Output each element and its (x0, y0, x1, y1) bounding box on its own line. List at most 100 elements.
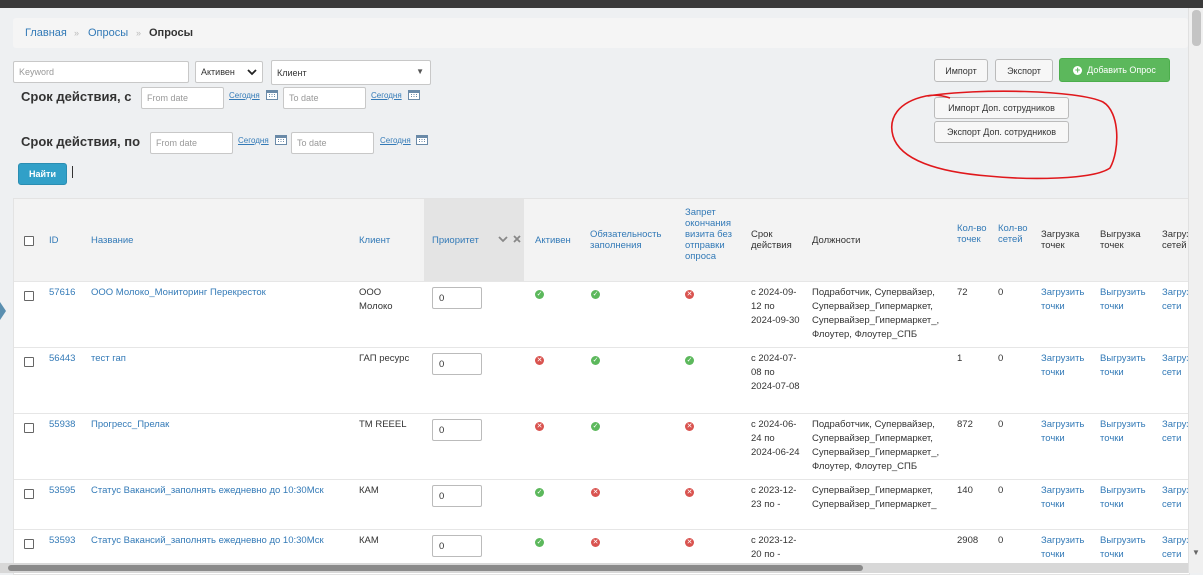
status-select[interactable]: Активен (195, 61, 263, 83)
table-row: 57616 ООО Молоко_Мониторинг Перекресток … (14, 281, 1189, 348)
download-points-link[interactable]: Выгрузить точки (1100, 286, 1150, 314)
row-id[interactable]: 53593 (49, 534, 75, 548)
upload-points-link[interactable]: Загрузить точки (1041, 534, 1089, 562)
plus-circle-icon: + (1073, 64, 1083, 75)
vertical-scrollbar[interactable]: ▼ (1188, 8, 1203, 573)
valid-from-end-input[interactable]: To date (283, 87, 366, 109)
valid-from-start-input[interactable]: From date (141, 87, 224, 109)
row-id[interactable]: 56443 (49, 352, 75, 366)
breadcrumb-home[interactable]: Главная (25, 27, 67, 39)
row-name[interactable]: ООО Молоко_Мониторинг Перекресток (91, 286, 266, 300)
row-client: ООО Молоко (359, 287, 393, 312)
priority-input[interactable]: 0 (432, 287, 482, 309)
download-points-link[interactable]: Выгрузить точки (1100, 352, 1150, 380)
row-client: КАМ (359, 535, 379, 546)
upload-points-link[interactable]: Загрузить точки (1041, 352, 1089, 380)
horizontal-scrollbar[interactable] (0, 563, 1188, 573)
row-id[interactable]: 57616 (49, 286, 75, 300)
row-points-count: 2908 (957, 535, 979, 546)
row-checkbox[interactable] (24, 291, 34, 301)
header-active[interactable]: Активен (535, 235, 571, 246)
breadcrumb: Главная » Опросы » Опросы (13, 18, 1188, 48)
upload-networks-link[interactable]: Загрузить сети (1162, 286, 1189, 314)
top-bar (0, 0, 1203, 8)
priority-input[interactable]: 0 (432, 485, 482, 507)
scrollbar-thumb[interactable] (8, 565, 863, 571)
download-points-link[interactable]: Выгрузить точки (1100, 484, 1150, 512)
header-ban[interactable]: Запрет окончания визита без отправки опр… (685, 207, 739, 262)
check-circle-icon: ✓ (685, 356, 694, 365)
valid-to-start-input[interactable]: From date (150, 132, 233, 154)
row-positions: Подработчик, Супервайзер, Супервайзер_Ги… (812, 287, 940, 340)
row-points-count: 140 (957, 485, 973, 496)
priority-input[interactable]: 0 (432, 535, 482, 557)
calendar-icon[interactable] (416, 134, 428, 145)
side-expand-arrow-icon[interactable] (0, 302, 6, 320)
breadcrumb-surveys[interactable]: Опросы (88, 27, 128, 39)
import-button[interactable]: Импорт (934, 59, 988, 82)
row-name[interactable]: Прогресс_Прелак (91, 418, 169, 432)
chevron-down-icon[interactable] (498, 236, 508, 243)
row-id[interactable]: 55938 (49, 418, 75, 432)
row-name[interactable]: Статус Ваканcий_заполнять ежедневно до 1… (91, 534, 324, 548)
today-link[interactable]: Сегодня (238, 136, 269, 145)
check-circle-icon: ✓ (535, 538, 544, 547)
upload-networks-link[interactable]: Загрузить сети (1162, 352, 1189, 380)
row-checkbox[interactable] (24, 357, 34, 367)
row-checkbox[interactable] (24, 423, 34, 433)
row-checkbox[interactable] (24, 539, 34, 549)
chevron-down-icon (247, 69, 257, 76)
upload-points-link[interactable]: Загрузить точки (1041, 484, 1089, 512)
export-button[interactable]: Экспорт (995, 59, 1053, 82)
upload-points-link[interactable]: Загрузить точки (1041, 418, 1089, 446)
header-id[interactable]: ID (49, 235, 59, 246)
valid-to-end-input[interactable]: To date (291, 132, 374, 154)
upload-networks-link[interactable]: Загрузить сети (1162, 484, 1189, 512)
upload-networks-link[interactable]: Загрузить сети (1162, 534, 1189, 562)
scrollbar-thumb[interactable] (1192, 10, 1201, 46)
row-networks-count: 0 (998, 535, 1004, 546)
row-positions: Супервайзер_Гипермаркет, Супервайзер_Гип… (812, 485, 937, 510)
row-period: с 2024-06-24 по 2024-06-24 (751, 419, 800, 458)
upload-networks-link[interactable]: Загрузить сети (1162, 418, 1189, 446)
today-link[interactable]: Сегодня (380, 136, 411, 145)
upload-points-link[interactable]: Загрузить точки (1041, 286, 1089, 314)
header-client[interactable]: Клиент (359, 235, 390, 246)
keyword-input[interactable]: Keyword (13, 61, 189, 83)
text-cursor (72, 166, 73, 178)
row-name[interactable]: тест гап (91, 352, 126, 366)
priority-input[interactable]: 0 (432, 353, 482, 375)
check-circle-icon: ✓ (535, 488, 544, 497)
header-points-count[interactable]: Кол-во точек (957, 223, 989, 245)
row-id[interactable]: 53595 (49, 484, 75, 498)
client-select[interactable]: Клиент ▼ (271, 60, 431, 85)
header-networks-count[interactable]: Кол-во сетей (998, 223, 1030, 245)
status-select-value: Активен (201, 67, 235, 77)
select-all-checkbox[interactable] (24, 236, 34, 246)
today-link[interactable]: Сегодня (229, 91, 260, 100)
row-client: КАМ (359, 485, 379, 496)
today-link[interactable]: Сегодня (371, 91, 402, 100)
row-period: с 2024-09-12 по 2024-09-30 (751, 287, 800, 326)
row-networks-count: 0 (998, 419, 1004, 430)
scroll-down-arrow-icon[interactable]: ▼ (1192, 548, 1200, 557)
add-survey-button[interactable]: + Добавить Опрос (1059, 58, 1170, 82)
row-client: ТМ REEEL (359, 419, 407, 430)
download-points-link[interactable]: Выгрузить точки (1100, 418, 1150, 446)
close-icon[interactable] (513, 235, 521, 243)
header-name[interactable]: Название (91, 235, 133, 246)
calendar-icon[interactable] (275, 134, 287, 145)
row-checkbox[interactable] (24, 489, 34, 499)
x-circle-icon: ✕ (591, 538, 600, 547)
find-button[interactable]: Найти (18, 163, 67, 185)
download-points-link[interactable]: Выгрузить точки (1100, 534, 1150, 562)
priority-input[interactable]: 0 (432, 419, 482, 441)
check-circle-icon: ✓ (591, 422, 600, 431)
calendar-icon[interactable] (266, 89, 278, 100)
header-priority[interactable]: Приоритет (432, 235, 479, 246)
x-circle-icon: ✕ (535, 422, 544, 431)
row-name[interactable]: Статус Ваканcий_заполнять ежедневно до 1… (91, 484, 324, 498)
calendar-icon[interactable] (408, 89, 420, 100)
header-mandatory[interactable]: Обязательность заполнения (590, 229, 675, 251)
row-period: с 2024-07-08 по 2024-07-08 (751, 353, 800, 392)
